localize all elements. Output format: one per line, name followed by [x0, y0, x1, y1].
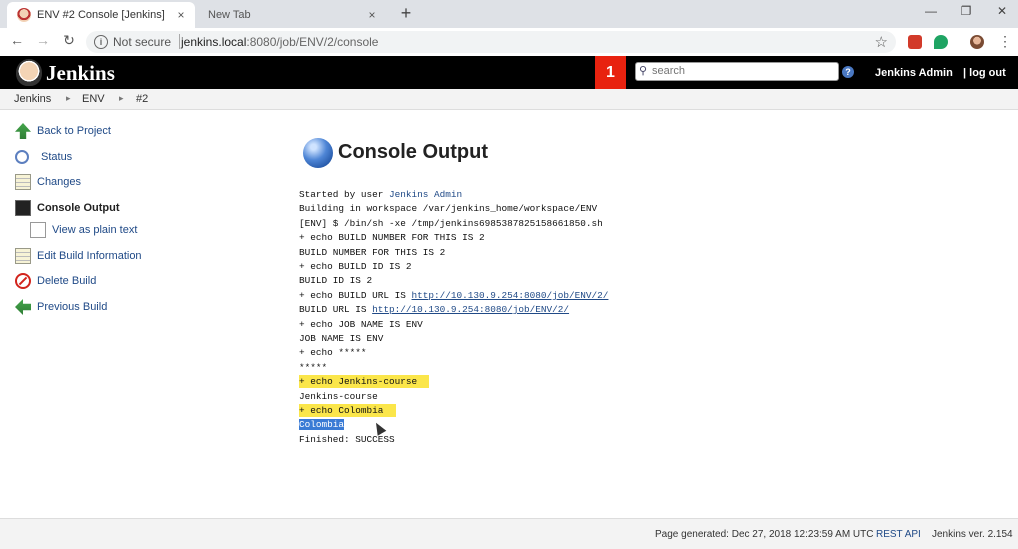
window-close-icon[interactable]: ✕ — [992, 4, 1012, 18]
breadcrumb-chevron-icon[interactable]: ▸ — [119, 93, 124, 104]
new-tab-button[interactable]: + — [396, 3, 416, 24]
sidebar-item-delete-build[interactable]: Delete Build — [15, 271, 96, 291]
console-line: Started by user Jenkins Admin — [299, 189, 463, 200]
started-user-link[interactable]: Jenkins Admin — [389, 189, 462, 200]
search-icon: ⚲ — [639, 65, 648, 77]
jenkins-logo-icon[interactable] — [16, 59, 42, 86]
sidebar-item-label: Changes — [37, 176, 82, 188]
console-line: + echo BUILD ID IS 2 — [299, 261, 412, 272]
sidebar-item-label: Status — [41, 151, 73, 163]
console-output-ball-icon — [303, 138, 333, 168]
console-line: ***** — [299, 361, 328, 373]
user-link[interactable]: Jenkins Admin — [875, 67, 953, 79]
page-generated-text: Page generated: Dec 27, 2018 12:23:59 AM… — [655, 529, 874, 540]
search-icon — [15, 150, 29, 164]
extension-green-icon[interactable] — [934, 35, 948, 49]
back-icon[interactable]: ← — [8, 32, 26, 48]
search-input[interactable] — [652, 63, 832, 78]
restore-icon[interactable]: ❐ — [956, 4, 976, 18]
url-host: jenkins.local — [181, 35, 247, 49]
breadcrumb-env[interactable]: ENV — [82, 93, 105, 105]
jenkins-version-link[interactable]: Jenkins ver. 2.154 — [932, 529, 1013, 540]
sidebar-item-label: View as plain text — [52, 224, 138, 236]
notepad-icon — [15, 248, 31, 264]
console-line: Building in workspace /var/jenkins_home/… — [299, 203, 598, 215]
browser-toolbar: ← → ↻ i Not secure jenkins.local:8080/jo… — [0, 28, 1018, 57]
console-line: + echo BUILD NUMBER FOR THIS IS 2 — [299, 232, 485, 244]
sidebar-item-label: Delete Build — [37, 275, 97, 287]
tab-close-icon[interactable]: × — [173, 8, 189, 22]
sidebar-item-label: Console Output — [37, 202, 120, 214]
console-line: + echo JOB NAME IS ENV — [299, 318, 423, 330]
logout-link[interactable]: | log out — [963, 67, 1006, 79]
sidebar-item-label: Previous Build — [37, 301, 108, 313]
console-line: JOB NAME IS ENV — [299, 333, 384, 344]
sidebar-item-edit-build-information[interactable]: Edit Build Information — [15, 246, 142, 266]
address-bar[interactable]: i Not secure jenkins.local:8080/job/ENV/… — [86, 31, 896, 53]
browser-menu-icon[interactable]: ⋮ — [998, 33, 1012, 50]
terminal-icon — [15, 200, 31, 216]
jenkins-favicon-icon — [17, 8, 31, 22]
sidebar-item-changes[interactable]: Changes — [15, 172, 81, 192]
sidebar-item-label: Edit Build Information — [37, 250, 142, 262]
tab-jenkins-console[interactable]: ENV #2 Console [Jenkins] × — [7, 2, 195, 28]
console-line: BUILD ID IS 2 — [299, 275, 373, 287]
tab-title: ENV #2 Console [Jenkins] — [37, 9, 165, 21]
console-line: BUILD NUMBER FOR THIS IS 2 — [299, 246, 446, 258]
console-line-highlighted: + echo Jenkins-course — [299, 375, 429, 389]
left-arrow-icon — [15, 299, 31, 315]
jenkins-title[interactable]: Jenkins — [46, 61, 115, 86]
rest-api-link[interactable]: REST API — [876, 529, 921, 540]
notification-badge[interactable]: 1 — [595, 56, 626, 89]
page-icon — [30, 222, 46, 238]
url-path: :8080/job/ENV/2/console — [246, 35, 379, 49]
browser-tab-bar: ENV #2 Console [Jenkins] × New Tab × + —… — [0, 0, 1018, 28]
console-line-highlighted: + echo Colombia — [299, 404, 396, 417]
extension-red-icon[interactable] — [908, 35, 922, 49]
up-arrow-icon — [15, 123, 31, 139]
build-url-link[interactable]: http://10.130.9.254:8080/job/ENV/2/ — [372, 304, 569, 315]
help-icon[interactable]: ? — [842, 66, 854, 78]
address-divider — [179, 34, 180, 49]
console-line-finished: Finished: SUCCESS — [299, 433, 395, 445]
jenkins-header: Jenkins 1 ⚲ ? Jenkins Admin | log out — [0, 56, 1018, 89]
console-line: + echo BUILD URL IS http://10.130.9.254:… — [299, 289, 609, 301]
reload-icon[interactable]: ↻ — [60, 32, 78, 49]
sidebar-item-status[interactable]: Status — [15, 147, 72, 167]
sidebar-item-console-output[interactable]: Console Output — [15, 198, 120, 218]
search-box: ⚲ — [635, 62, 839, 81]
console-line: + echo ***** — [299, 347, 367, 359]
bookmark-star-icon[interactable]: ☆ — [875, 33, 888, 51]
forward-icon[interactable]: → — [34, 32, 52, 48]
console-line: [ENV] $ /bin/sh -xe /tmp/jenkins69853878… — [299, 217, 603, 229]
breadcrumb-chevron-icon[interactable]: ▸ — [66, 93, 71, 104]
console-line-selected: Colombia — [299, 419, 345, 431]
build-url-link[interactable]: http://10.130.9.254:8080/job/ENV/2/ — [412, 290, 609, 301]
sidebar-item-previous-build[interactable]: Previous Build — [15, 297, 107, 317]
sidebar-item-view-plain-text[interactable]: View as plain text — [30, 220, 137, 240]
url-text[interactable]: jenkins.local:8080/job/ENV/2/console — [181, 35, 378, 49]
tab-new-tab[interactable]: New Tab × — [198, 2, 386, 28]
breadcrumb-build[interactable]: #2 — [136, 93, 148, 105]
tab-close-icon[interactable]: × — [364, 8, 380, 22]
sidebar-item-label: Back to Project — [37, 125, 111, 137]
breadcrumb: Jenkins ▸ ENV ▸ #2 — [0, 89, 1018, 110]
sidebar-item-back-to-project[interactable]: Back to Project — [15, 121, 111, 141]
not-secure-label: Not secure — [113, 35, 172, 49]
page-title: Console Output — [338, 141, 488, 163]
profile-avatar-icon[interactable] — [970, 35, 984, 49]
minimize-icon[interactable]: — — [921, 4, 941, 18]
console-line: BUILD URL IS http://10.130.9.254:8080/jo… — [299, 304, 570, 316]
tab-title: New Tab — [208, 9, 251, 21]
console-line: Jenkins-course — [299, 390, 378, 402]
page-footer: Page generated: Dec 27, 2018 12:23:59 AM… — [0, 518, 1018, 549]
breadcrumb-jenkins[interactable]: Jenkins — [14, 93, 51, 105]
info-icon[interactable]: i — [94, 35, 108, 49]
notepad-icon — [15, 174, 31, 190]
delete-icon — [15, 273, 31, 289]
